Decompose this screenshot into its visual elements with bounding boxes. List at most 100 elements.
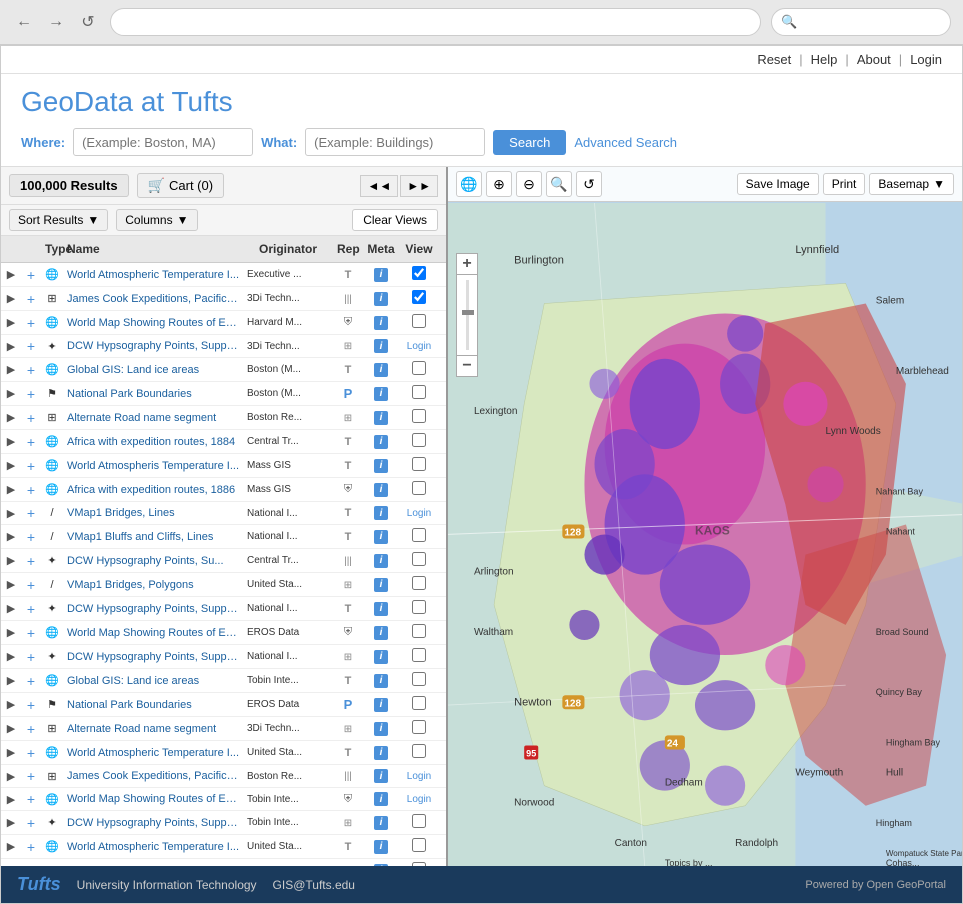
about-link[interactable]: About xyxy=(857,52,891,67)
row-name[interactable]: VMap1 Bluffs and Cliffs, Lines xyxy=(63,530,243,544)
row-view-cell[interactable]: Login xyxy=(399,339,439,353)
zoom-in-button[interactable]: + xyxy=(456,253,478,275)
url-bar[interactable] xyxy=(110,8,761,36)
row-add-btn[interactable]: + xyxy=(21,433,41,451)
info-button[interactable]: i xyxy=(374,626,388,640)
row-expand-btn[interactable]: ▶ xyxy=(1,625,21,640)
view-checkbox[interactable] xyxy=(412,361,426,375)
row-expand-btn[interactable]: ▶ xyxy=(1,697,21,712)
row-name[interactable]: World Map Showing Routes of Exp... xyxy=(63,792,243,806)
row-meta-btn[interactable]: i xyxy=(363,386,399,402)
row-add-btn[interactable]: + xyxy=(21,600,41,618)
advanced-search-link[interactable]: Advanced Search xyxy=(574,135,677,150)
row-add-btn[interactable]: + xyxy=(21,624,41,642)
row-expand-btn[interactable]: ▶ xyxy=(1,529,21,544)
view-checkbox[interactable] xyxy=(412,862,426,866)
row-meta-btn[interactable]: i xyxy=(363,577,399,593)
row-add-btn[interactable]: + xyxy=(21,767,41,785)
row-view-cell[interactable] xyxy=(399,265,439,284)
row-expand-btn[interactable]: ▶ xyxy=(1,577,21,592)
view-checkbox[interactable] xyxy=(412,481,426,495)
row-name[interactable]: DCW Hypsography Points, Supple... xyxy=(63,602,243,616)
info-button[interactable]: i xyxy=(374,746,388,760)
row-add-btn[interactable]: + xyxy=(21,744,41,762)
info-button[interactable]: i xyxy=(374,316,388,330)
row-meta-btn[interactable]: i xyxy=(363,697,399,713)
row-add-btn[interactable]: + xyxy=(21,648,41,666)
row-meta-btn[interactable]: i xyxy=(363,673,399,689)
row-view-cell[interactable] xyxy=(399,861,439,866)
map-zoom-in-button[interactable]: ⊕ xyxy=(486,171,512,197)
info-button[interactable]: i xyxy=(374,363,388,377)
row-view-cell[interactable] xyxy=(399,551,439,570)
view-checkbox[interactable] xyxy=(412,528,426,542)
basemap-button[interactable]: Basemap ▼ xyxy=(869,173,954,195)
search-button[interactable]: Search xyxy=(493,130,566,155)
row-view-cell[interactable] xyxy=(399,623,439,642)
row-expand-btn[interactable]: ▶ xyxy=(1,315,21,330)
row-meta-btn[interactable]: i xyxy=(363,601,399,617)
row-meta-btn[interactable]: i xyxy=(363,458,399,474)
row-meta-btn[interactable]: i xyxy=(363,410,399,426)
row-view-cell[interactable] xyxy=(399,289,439,308)
info-button[interactable]: i xyxy=(374,578,388,592)
prev-page-button[interactable]: ◄◄ xyxy=(360,175,398,197)
row-view-cell[interactable]: Login xyxy=(399,792,439,806)
map-zoom-rect-button[interactable]: 🔍 xyxy=(546,171,572,197)
map-zoom-out-button[interactable]: ⊖ xyxy=(516,171,542,197)
row-view-cell[interactable] xyxy=(399,837,439,856)
view-checkbox[interactable] xyxy=(412,696,426,710)
info-button[interactable]: i xyxy=(374,268,388,282)
row-name[interactable]: VMap1 Bridges, Polygons xyxy=(63,578,243,592)
login-link[interactable]: Login xyxy=(407,771,431,782)
row-name[interactable]: Africa with expedition routes, 1884 xyxy=(63,435,243,449)
row-expand-btn[interactable]: ▶ xyxy=(1,482,21,497)
row-name[interactable]: World Atmospheris Temperature I... xyxy=(63,459,243,473)
row-add-btn[interactable]: + xyxy=(21,457,41,475)
what-input[interactable] xyxy=(305,128,485,156)
row-meta-btn[interactable]: i xyxy=(363,529,399,545)
row-expand-btn[interactable]: ▶ xyxy=(1,863,21,866)
row-meta-btn[interactable]: i xyxy=(363,721,399,737)
browser-search-input[interactable] xyxy=(771,8,951,36)
view-checkbox[interactable] xyxy=(412,314,426,328)
row-add-btn[interactable]: + xyxy=(21,838,41,856)
row-name[interactable]: James Cook Expeditions, Pacific O... xyxy=(63,769,243,783)
row-view-cell[interactable]: Login xyxy=(399,506,439,520)
row-name[interactable]: National Park Boundaries xyxy=(63,698,243,712)
view-checkbox[interactable] xyxy=(412,385,426,399)
view-checkbox[interactable] xyxy=(412,433,426,447)
row-expand-btn[interactable]: ▶ xyxy=(1,410,21,425)
info-button[interactable]: i xyxy=(374,674,388,688)
row-expand-btn[interactable]: ▶ xyxy=(1,386,21,401)
view-checkbox[interactable] xyxy=(412,838,426,852)
row-name[interactable]: National Park Boundaries xyxy=(63,387,243,401)
info-button[interactable]: i xyxy=(374,698,388,712)
view-checkbox[interactable] xyxy=(412,552,426,566)
row-meta-btn[interactable]: i xyxy=(363,291,399,307)
view-checkbox[interactable] xyxy=(412,814,426,828)
view-checkbox[interactable] xyxy=(412,648,426,662)
row-meta-btn[interactable]: i xyxy=(363,267,399,283)
info-button[interactable]: i xyxy=(374,339,388,353)
row-name[interactable]: DCW Hypsography Points, Supple... xyxy=(63,650,243,664)
row-name[interactable]: DCW Hypsography Points, Su... xyxy=(63,554,243,568)
row-view-cell[interactable] xyxy=(399,432,439,451)
row-meta-btn[interactable]: i xyxy=(363,791,399,807)
row-meta-btn[interactable]: i xyxy=(363,434,399,450)
row-expand-btn[interactable]: ▶ xyxy=(1,769,21,784)
view-checkbox[interactable] xyxy=(412,409,426,423)
info-button[interactable]: i xyxy=(374,483,388,497)
view-checkbox[interactable] xyxy=(412,600,426,614)
view-checkbox[interactable] xyxy=(412,624,426,638)
row-add-btn[interactable]: + xyxy=(21,720,41,738)
row-expand-btn[interactable]: ▶ xyxy=(1,839,21,854)
back-button[interactable]: ← xyxy=(12,10,36,34)
row-meta-btn[interactable]: i xyxy=(363,338,399,354)
row-expand-btn[interactable]: ▶ xyxy=(1,745,21,760)
row-name[interactable]: DCW Hypsography Points, Supple... xyxy=(63,816,243,830)
row-add-btn[interactable]: + xyxy=(21,409,41,427)
row-add-btn[interactable]: + xyxy=(21,814,41,832)
forward-button[interactable]: → xyxy=(44,10,68,34)
row-expand-btn[interactable]: ▶ xyxy=(1,649,21,664)
